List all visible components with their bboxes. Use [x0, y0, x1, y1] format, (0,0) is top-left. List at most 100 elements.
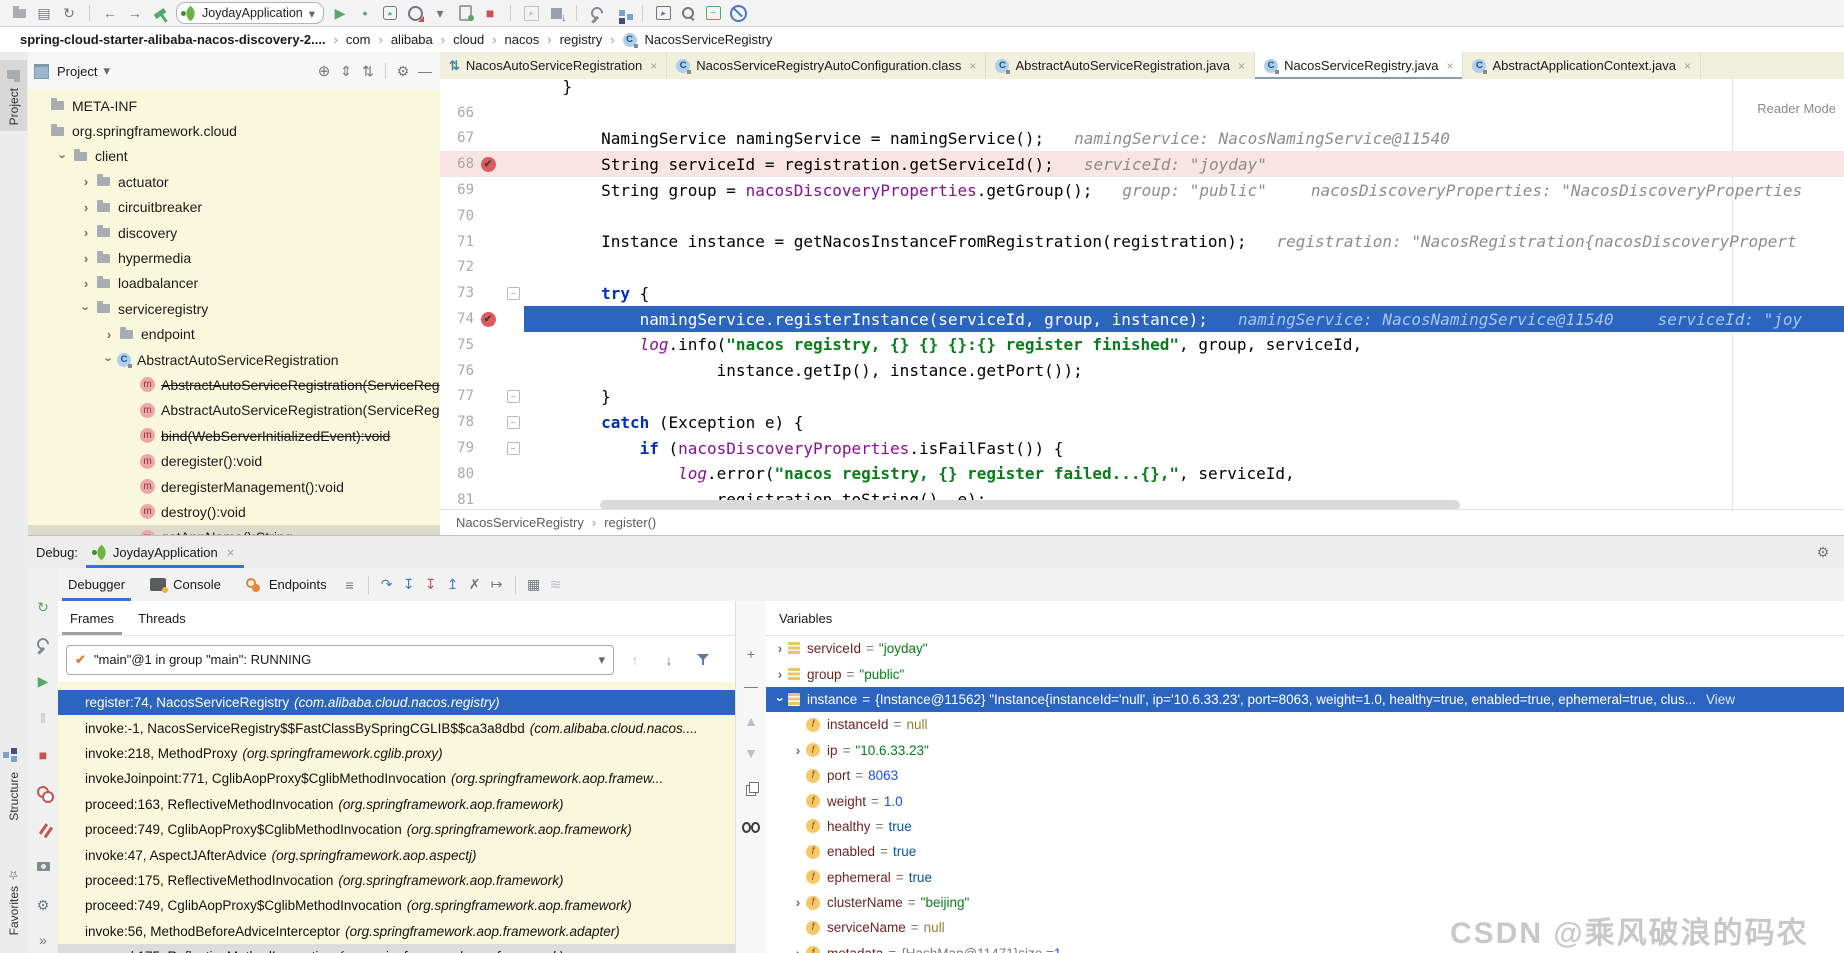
close-icon[interactable]: × [1446, 59, 1453, 73]
glasses-icon[interactable] [742, 818, 760, 836]
search-icon[interactable] [679, 4, 697, 22]
view-link[interactable]: View [1706, 692, 1735, 707]
menu-icon[interactable]: ≡ [341, 576, 359, 594]
tree-item[interactable]: ›client [28, 144, 440, 169]
variable-row[interactable]: fweight=1.0 [766, 788, 1844, 813]
variable-row[interactable]: finstanceId=null [766, 712, 1844, 737]
close-icon[interactable]: × [1684, 59, 1691, 73]
variable-row[interactable]: ›instance={Instance@11562} "Instance{ins… [766, 687, 1844, 712]
tree-item[interactable]: mAbstractAutoServiceRegistration(Service… [28, 372, 440, 397]
tree-item[interactable]: mbind(WebServerInitializedEvent):void [28, 423, 440, 448]
tree-item[interactable]: mAbstractAutoServiceRegistration(Service… [28, 398, 440, 423]
chevron-right-icon[interactable]: › [84, 225, 88, 240]
tree-item[interactable]: ›hypermedia [28, 245, 440, 270]
close-icon[interactable]: × [969, 59, 976, 73]
stack-frame-row[interactable]: proceed:749, CglibAopProxy$CglibMethodIn… [58, 893, 735, 918]
tab-endpoints[interactable]: Endpoints [235, 568, 337, 601]
editor-breadcrumb-item[interactable]: NacosServiceRegistry [456, 515, 584, 530]
debug-settings-gear-icon[interactable]: ⚙ [1814, 543, 1832, 561]
stack-frame-row[interactable]: invoke:-1, NacosServiceRegistry$$FastCla… [58, 715, 735, 740]
layout-icon[interactable]: ≋ [547, 576, 565, 594]
tree-item[interactable]: ›endpoint [28, 322, 440, 347]
chevron-right-icon[interactable]: › [796, 743, 801, 758]
stop-icon[interactable]: ■ [34, 746, 52, 764]
breadcrumb-item[interactable]: registry [560, 32, 603, 47]
tab-debugger[interactable]: Debugger [58, 568, 135, 601]
camera-icon[interactable] [34, 857, 52, 875]
coverage-icon[interactable]: ▸ [381, 4, 399, 22]
close-icon[interactable]: × [227, 545, 235, 560]
attach-icon[interactable] [456, 4, 474, 22]
chevron-down-icon[interactable]: ▾ [431, 4, 449, 22]
chevron-right-icon[interactable]: › [84, 200, 88, 215]
variable-row[interactable]: fport=8063 [766, 763, 1844, 788]
rerun-icon[interactable]: ↻ [34, 598, 52, 616]
tab-frames[interactable]: Frames [58, 601, 126, 635]
chevron-down-icon[interactable]: › [773, 697, 788, 702]
drop-frame-icon[interactable]: ✗ [466, 576, 484, 594]
tool-window-tab-structure[interactable]: Structure [0, 744, 27, 827]
down-icon[interactable]: ↓ [660, 651, 678, 669]
breakpoint-icon[interactable]: ✔ [481, 312, 496, 327]
variable-row[interactable]: fenabled=true [766, 839, 1844, 864]
deploy-icon[interactable] [547, 4, 565, 22]
fold-marker-icon[interactable]: − [507, 390, 520, 403]
variable-row[interactable]: ›fip="10.6.33.23" [766, 738, 1844, 763]
run-to-cursor-icon[interactable]: ↦ [488, 576, 506, 594]
close-icon[interactable]: × [1238, 59, 1245, 73]
chevron-right-icon[interactable]: › [84, 251, 88, 266]
tree-item[interactable]: org.springframework.cloud [28, 118, 440, 143]
chevron-right-icon[interactable]: › [778, 667, 783, 682]
thread-dropdown[interactable]: ✔ "main"@1 in group "main": RUNNING ▾ [66, 645, 614, 675]
step-into-icon[interactable]: ↧ [400, 576, 418, 594]
tab-console[interactable]: Console [139, 568, 231, 601]
chevron-down-icon[interactable]: › [56, 154, 71, 158]
breadcrumb-item[interactable]: spring-cloud-starter-alibaba-nacos-disco… [20, 32, 326, 47]
stack-frame-row[interactable]: invokeJoinpoint:771, CglibAopProxy$Cglib… [58, 766, 735, 791]
tree-item[interactable]: ›actuator [28, 169, 440, 194]
step-over-icon[interactable]: ↷ [378, 576, 396, 594]
plus-icon[interactable]: + [742, 645, 760, 663]
breakpoint-icon[interactable]: ✔ [481, 157, 496, 172]
project-view-selector[interactable]: Project [57, 64, 97, 79]
editor-tab[interactable]: CAbstractAutoServiceRegistration.java× [986, 52, 1255, 79]
settings-wrench-icon[interactable] [34, 635, 52, 653]
mute-breakpoints-icon[interactable] [34, 820, 52, 838]
open-icon[interactable] [10, 4, 28, 22]
tree-item[interactable]: mgetAppName():String [28, 525, 440, 535]
chevron-down-icon[interactable]: › [102, 357, 117, 361]
stop-icon[interactable]: ■ [481, 4, 499, 22]
variable-row[interactable]: fhealthy=true [766, 814, 1844, 839]
chevron-right-icon[interactable]: › [84, 174, 88, 189]
fold-marker-icon[interactable]: − [507, 442, 520, 455]
step-out-icon[interactable]: ↥ [444, 576, 462, 594]
chevron-down-icon[interactable]: › [79, 307, 94, 311]
ghost-run-icon[interactable]: ▸ [522, 4, 540, 22]
breadcrumb-item[interactable]: alibaba [391, 32, 433, 47]
chevron-right-icon[interactable]: › [84, 276, 88, 291]
save-icon[interactable]: ▤ [35, 4, 53, 22]
tab-threads[interactable]: Threads [126, 601, 198, 635]
stack-frame-row[interactable]: proceed:175, ReflectiveMethodInvocation(… [58, 868, 735, 893]
structure-icon[interactable] [613, 4, 631, 22]
pause-icon[interactable]: ‖ [34, 709, 52, 727]
stack-frame-row[interactable]: invoke:47, AspectJAfterAdvice(org.spring… [58, 842, 735, 867]
breadcrumb-item[interactable]: cloud [453, 32, 484, 47]
preview-icon[interactable]: ~ [704, 4, 722, 22]
tree-item[interactable]: ›discovery [28, 220, 440, 245]
stack-frame-row[interactable]: proceed:175, ReflectiveMethodInvocation(… [58, 944, 735, 953]
hammer-icon[interactable] [151, 4, 169, 22]
copy-icon[interactable] [742, 781, 760, 799]
forward-icon[interactable]: → [126, 4, 144, 22]
editor-tab[interactable]: CNacosServiceRegistry.java× [1255, 52, 1463, 79]
tree-item[interactable]: mderegister():void [28, 448, 440, 473]
breadcrumb-item[interactable]: com [346, 32, 371, 47]
stack-frame-row[interactable]: proceed:749, CglibAopProxy$CglibMethodIn… [58, 817, 735, 842]
stack-frame-row[interactable]: invoke:56, MethodBeforeAdviceInterceptor… [58, 919, 735, 944]
chevron-right-icon[interactable]: › [796, 895, 801, 910]
profiler-icon[interactable] [406, 4, 424, 22]
resume-icon[interactable]: ▶ [34, 672, 52, 690]
run-anything-icon[interactable]: ▸ [654, 4, 672, 22]
variable-row[interactable]: ›group="public" [766, 661, 1844, 686]
view-breakpoints-icon[interactable] [34, 783, 52, 801]
